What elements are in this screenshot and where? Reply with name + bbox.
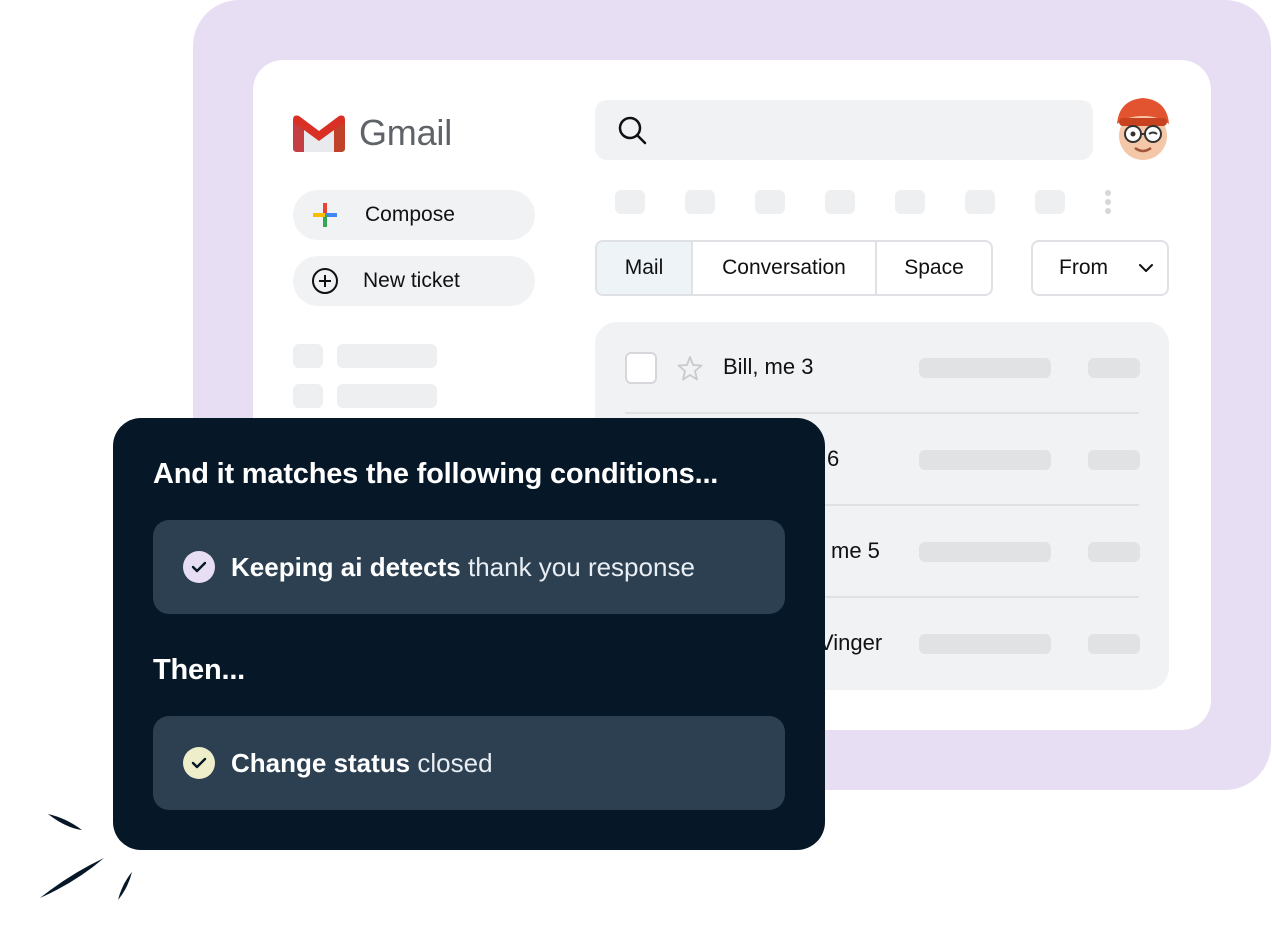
row-sender: 6 xyxy=(827,446,840,471)
toolbar-button[interactable] xyxy=(965,190,995,214)
search-icon xyxy=(618,116,647,145)
sidebar-skeleton-icon xyxy=(293,384,323,408)
condition-item[interactable]: Keeping ai detects thank you response xyxy=(153,520,785,614)
star-icon[interactable] xyxy=(677,355,703,381)
sparkle-strokes-decoration xyxy=(40,814,132,900)
circle-plus-icon xyxy=(312,268,338,294)
row-sender: Bill, me 3 xyxy=(723,354,814,379)
action-value: closed xyxy=(417,747,493,778)
sidebar-skeleton-icon xyxy=(293,344,323,368)
toolbar-button[interactable] xyxy=(895,190,925,214)
row-subject-placeholder xyxy=(919,634,1051,654)
tab-space[interactable]: Space xyxy=(877,242,991,294)
more-vertical-icon[interactable] xyxy=(1103,189,1113,215)
new-ticket-label: New ticket xyxy=(363,269,460,292)
conditions-heading: And it matches the following conditions.… xyxy=(153,458,719,490)
tab-mail[interactable]: Mail xyxy=(597,242,693,294)
table-row[interactable]: Bill, me 3 xyxy=(625,322,1140,414)
row-subject-placeholder xyxy=(919,450,1051,470)
chevron-down-icon xyxy=(1139,264,1153,272)
then-heading: Then... xyxy=(153,654,246,686)
condition-value: thank you response xyxy=(467,551,695,582)
toolbar-button[interactable] xyxy=(1035,190,1065,214)
condition-name: Keeping ai detects xyxy=(231,551,461,582)
search-bar[interactable] xyxy=(595,100,1093,160)
checkmark-icon xyxy=(191,757,207,769)
from-dropdown[interactable]: From xyxy=(1031,240,1169,296)
row-date-placeholder xyxy=(1088,358,1140,378)
sidebar-skeleton-label xyxy=(337,344,437,368)
sidebar-skeleton-label xyxy=(337,384,437,408)
row-subject-placeholder xyxy=(919,542,1051,562)
gmail-logo[interactable]: Gmail xyxy=(293,112,452,154)
action-item[interactable]: Change status closed xyxy=(153,716,785,810)
checkmark-icon xyxy=(191,561,207,573)
new-ticket-button[interactable]: New ticket xyxy=(293,256,535,306)
automation-rule-panel: And it matches the following conditions.… xyxy=(113,418,825,850)
row-sender: Vinger xyxy=(819,630,883,655)
row-date-placeholder xyxy=(1088,634,1140,654)
action-check-icon xyxy=(183,747,215,779)
toolbar-button[interactable] xyxy=(755,190,785,214)
row-sender: me 5 xyxy=(831,538,880,563)
condition-check-icon xyxy=(183,551,215,583)
compose-button[interactable]: Compose xyxy=(293,190,535,240)
row-date-placeholder xyxy=(1088,450,1140,470)
plus-icon xyxy=(313,203,337,227)
tab-conversation[interactable]: Conversation xyxy=(693,242,877,294)
gmail-logo-icon xyxy=(293,115,345,152)
row-checkbox[interactable] xyxy=(625,352,657,384)
toolbar-button[interactable] xyxy=(685,190,715,214)
view-tabs: Mail Conversation Space xyxy=(595,240,993,296)
from-label: From xyxy=(1059,256,1108,279)
compose-label: Compose xyxy=(365,203,455,226)
gmail-logo-text: Gmail xyxy=(359,112,453,153)
row-subject-placeholder xyxy=(919,358,1051,378)
toolbar-button[interactable] xyxy=(615,190,645,214)
action-name: Change status xyxy=(231,747,411,778)
toolbar-button[interactable] xyxy=(825,190,855,214)
row-date-placeholder xyxy=(1088,542,1140,562)
avatar[interactable] xyxy=(1113,96,1173,162)
